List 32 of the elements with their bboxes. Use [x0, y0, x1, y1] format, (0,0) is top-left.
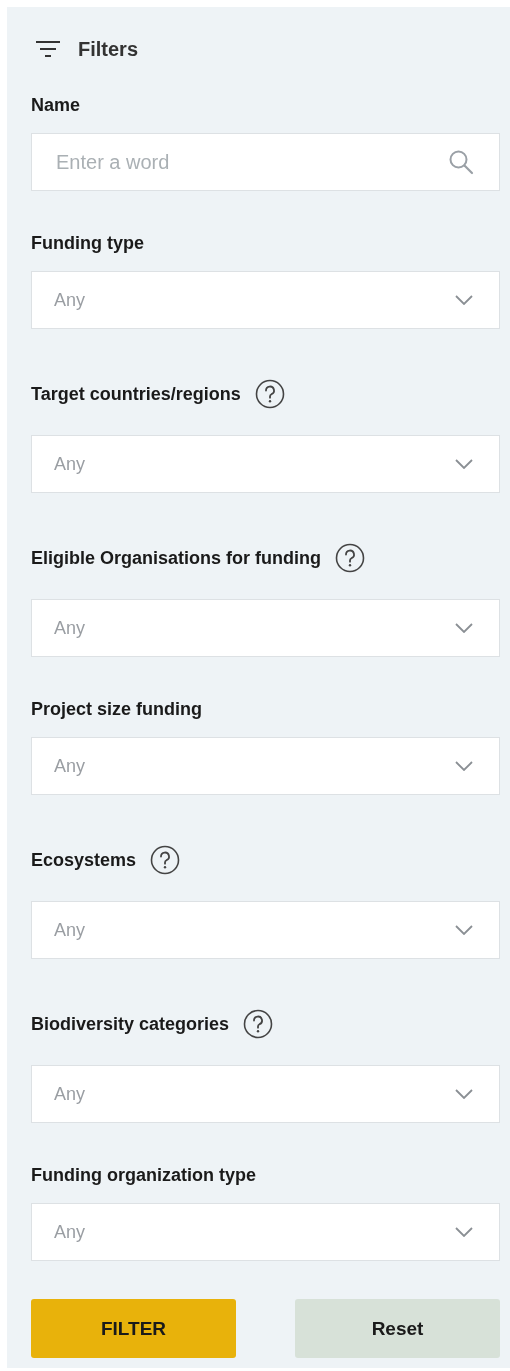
field-label: Biodiversity categories [31, 1013, 230, 1035]
field-label: Ecosystems [31, 849, 137, 871]
chevron-down-icon [455, 623, 473, 633]
filters-title: Filters [78, 37, 139, 61]
field-label: Funding organization type [31, 1164, 256, 1186]
chevron-down-icon [455, 295, 473, 305]
reset-button[interactable]: Reset [295, 1299, 500, 1358]
chevron-down-icon [455, 1089, 473, 1099]
select-dropdown[interactable]: Any [31, 271, 500, 329]
help-icon[interactable] [254, 379, 285, 409]
select-dropdown[interactable]: Any [31, 901, 500, 959]
select-dropdown[interactable]: Any [31, 435, 500, 493]
search-field[interactable]: Enter a word [31, 133, 500, 191]
filter-button[interactable]: FILTER [31, 1299, 236, 1358]
search-icon [448, 149, 474, 175]
field-label: Eligible Organisations for funding [31, 547, 321, 569]
field-label: Name [31, 94, 81, 116]
field-label: Target countries/regions [31, 383, 241, 405]
chevron-down-icon [455, 459, 473, 469]
select-dropdown[interactable]: Any [31, 737, 500, 795]
field-label: Funding type [31, 232, 144, 254]
select-dropdown[interactable]: Any [31, 599, 500, 657]
select-dropdown[interactable]: Any [31, 1203, 500, 1261]
chevron-down-icon [455, 1227, 473, 1237]
help-icon[interactable] [243, 1009, 274, 1039]
help-icon[interactable] [335, 543, 365, 573]
select-dropdown[interactable]: Any [31, 1065, 500, 1123]
chevron-down-icon [455, 925, 473, 935]
field-label: Project size funding [31, 698, 203, 720]
chevron-down-icon [455, 761, 473, 771]
filter-icon [35, 39, 61, 59]
help-icon[interactable] [150, 845, 181, 875]
